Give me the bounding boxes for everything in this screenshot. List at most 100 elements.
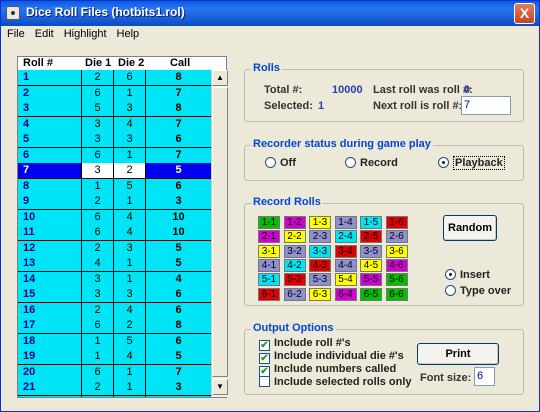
dice-combo-cell[interactable]: 6-6 <box>385 287 408 301</box>
table-row[interactable]: 7325 <box>18 163 211 179</box>
recorder-off-radio[interactable]: Off <box>265 157 296 169</box>
dice-combo-cell[interactable]: 5-4 <box>334 273 357 287</box>
dice-combo-cell[interactable]: 1-6 <box>385 216 408 229</box>
output-checkbox[interactable]: ✔ Include roll #'s <box>259 337 351 351</box>
dice-combo-cell[interactable]: 3-3 <box>309 244 331 258</box>
print-button[interactable]: Print <box>417 343 499 365</box>
scroll-down-icon[interactable]: ▼ <box>212 379 228 395</box>
menu-help[interactable]: Help <box>111 26 144 40</box>
dice-combo-cell[interactable]: 4-4 <box>334 258 357 272</box>
mode-typeover-radio[interactable]: Type over <box>445 285 511 297</box>
dice-combo-cell[interactable]: 2-1 <box>258 230 280 244</box>
die1-cell: 2 <box>82 70 114 85</box>
dice-combo-cell[interactable]: 6-3 <box>309 287 331 301</box>
dice-combo-cell[interactable]: 3-5 <box>360 244 382 258</box>
table-row[interactable]: 8156 <box>18 178 211 194</box>
menu-highlight[interactable]: Highlight <box>58 26 111 40</box>
dice-combo-cell[interactable]: 3-2 <box>283 244 306 258</box>
scroll-thumb[interactable] <box>212 87 228 377</box>
dice-combo-cell[interactable]: 4-5 <box>360 258 382 272</box>
menu-edit[interactable]: Edit <box>29 26 58 40</box>
table-row[interactable]: 6617 <box>18 147 211 163</box>
dice-combo-cell[interactable]: 5-1 <box>258 273 280 287</box>
random-button[interactable]: Random <box>443 215 497 241</box>
dice-combo-cell[interactable]: 6-1 <box>258 287 280 301</box>
dice-combo-cell[interactable]: 1-3 <box>309 216 331 229</box>
selected-label: Selected: <box>264 100 313 112</box>
last-roll-value: 0 <box>464 84 471 96</box>
dice-combo-cell[interactable]: 1-5 <box>360 216 382 229</box>
table-row[interactable]: 16 2 4 6 <box>18 302 211 318</box>
table-row[interactable]: 20 6 1 7 <box>18 364 211 380</box>
output-checkbox[interactable]: ✔ Include individual die #'s <box>259 350 404 364</box>
total-value: 10000 <box>332 84 363 96</box>
dice-combo-cell[interactable]: 1-1 <box>258 216 280 229</box>
dice-combo-cell[interactable]: 5-3 <box>309 273 331 287</box>
table-row[interactable]: 10 6 4 10 <box>18 209 211 225</box>
table-row[interactable]: 12 2 3 5 <box>18 240 211 256</box>
scroll-up-icon[interactable]: ▲ <box>212 70 228 86</box>
die2-cell: 1 <box>114 147 146 163</box>
table-row[interactable]: 17 6 2 8 <box>18 318 211 334</box>
vertical-scrollbar[interactable]: ▲ ▼ <box>211 70 228 397</box>
table-row[interactable]: 2617 <box>18 85 211 101</box>
dice-combo-cell[interactable]: 3-6 <box>385 244 408 258</box>
dice-combo-cell[interactable]: 4-6 <box>385 258 408 272</box>
dice-combo-cell[interactable]: 5-2 <box>283 273 306 287</box>
dice-combo-cell[interactable]: 1-4 <box>334 216 357 229</box>
table-row[interactable]: 19 1 4 5 <box>18 349 211 365</box>
dice-combo-cell[interactable]: 2-4 <box>334 230 357 244</box>
checkbox-label: Include selected rolls only <box>274 376 412 388</box>
table-row[interactable]: 18 1 5 6 <box>18 333 211 349</box>
roll-number-cell: 4 <box>18 116 82 132</box>
table-row[interactable]: 21 2 1 3 <box>18 380 211 396</box>
table-row[interactable]: 15 3 3 6 <box>18 287 211 303</box>
table-row[interactable]: 11 6 4 10 <box>18 225 211 241</box>
call-cell: 6 <box>146 302 211 318</box>
output-checkbox[interactable]: ✔ Include numbers called <box>259 363 396 377</box>
font-size-input[interactable]: 6 <box>474 367 495 386</box>
die2-cell: 5 <box>114 333 146 349</box>
dice-combo-cell[interactable]: 3-4 <box>334 244 357 258</box>
dice-combo-cell[interactable]: 5-6 <box>385 273 408 287</box>
menu-file[interactable]: File <box>1 26 29 40</box>
dice-combo-cell[interactable]: 3-1 <box>258 244 280 258</box>
next-roll-input[interactable]: 7 <box>461 96 511 115</box>
die1-cell: 5 <box>82 101 114 116</box>
recorder-record-radio[interactable]: Record <box>345 157 398 169</box>
close-button[interactable]: X <box>514 3 535 24</box>
table-row[interactable]: 13 4 1 5 <box>18 256 211 272</box>
dice-combo-cell[interactable]: 2-2 <box>283 230 306 244</box>
dice-combo-cell[interactable]: 4-1 <box>258 258 280 272</box>
die1-cell: 6 <box>82 318 114 333</box>
dice-combo-cell[interactable]: 2-3 <box>309 230 331 244</box>
table-row[interactable]: 5336 <box>18 132 211 148</box>
die1-cell: 3 <box>82 395 114 397</box>
dice-combo-cell[interactable]: 6-4 <box>334 287 357 301</box>
table-row[interactable]: 22325 <box>18 395 211 397</box>
roll-number-cell: 21 <box>18 380 82 395</box>
die2-cell: 1 <box>114 380 146 395</box>
title-bar[interactable]: Dice Roll Files (hotbits1.rol) X <box>1 1 539 26</box>
table-row[interactable]: 3538 <box>18 101 211 117</box>
roll-number-cell: 1 <box>18 70 82 85</box>
dice-combo-cell[interactable]: 4-3 <box>309 258 331 272</box>
recorder-playback-radio[interactable]: Playback <box>438 156 505 170</box>
dice-combo-cell[interactable]: 5-5 <box>360 273 382 287</box>
table-row[interactable]: 14 3 1 4 <box>18 271 211 287</box>
dice-combo-cell[interactable]: 6-2 <box>283 287 306 301</box>
die1-cell: 4 <box>82 256 114 271</box>
dice-combo-cell[interactable]: 2-5 <box>360 230 382 244</box>
table-row[interactable]: 1268 <box>18 70 211 86</box>
output-checkbox[interactable]: Include selected rolls only <box>259 376 412 388</box>
table-row[interactable]: 4347 <box>18 116 211 132</box>
dice-combo-cell[interactable]: 6-5 <box>360 287 382 301</box>
table-row[interactable]: 9213 <box>18 194 211 210</box>
dice-combo-cell[interactable]: 1-2 <box>283 216 306 229</box>
mode-insert-radio[interactable]: Insert <box>445 269 490 281</box>
die2-cell: 3 <box>114 240 146 256</box>
rolls-group: Rolls Total #: 10000 Selected: 1 Last ro… <box>244 62 524 122</box>
dice-combo-cell[interactable]: 2-6 <box>385 230 408 244</box>
table-rows: 1 2 6 8 2 6 1 7 3 5 3 8 4 3 4 7 5 3 3 6 6 6 1 7 7 3 2 5 8 1 5 6 9 2 1 3 10 6 4… <box>18 70 211 397</box>
dice-combo-cell[interactable]: 4-2 <box>283 258 306 272</box>
